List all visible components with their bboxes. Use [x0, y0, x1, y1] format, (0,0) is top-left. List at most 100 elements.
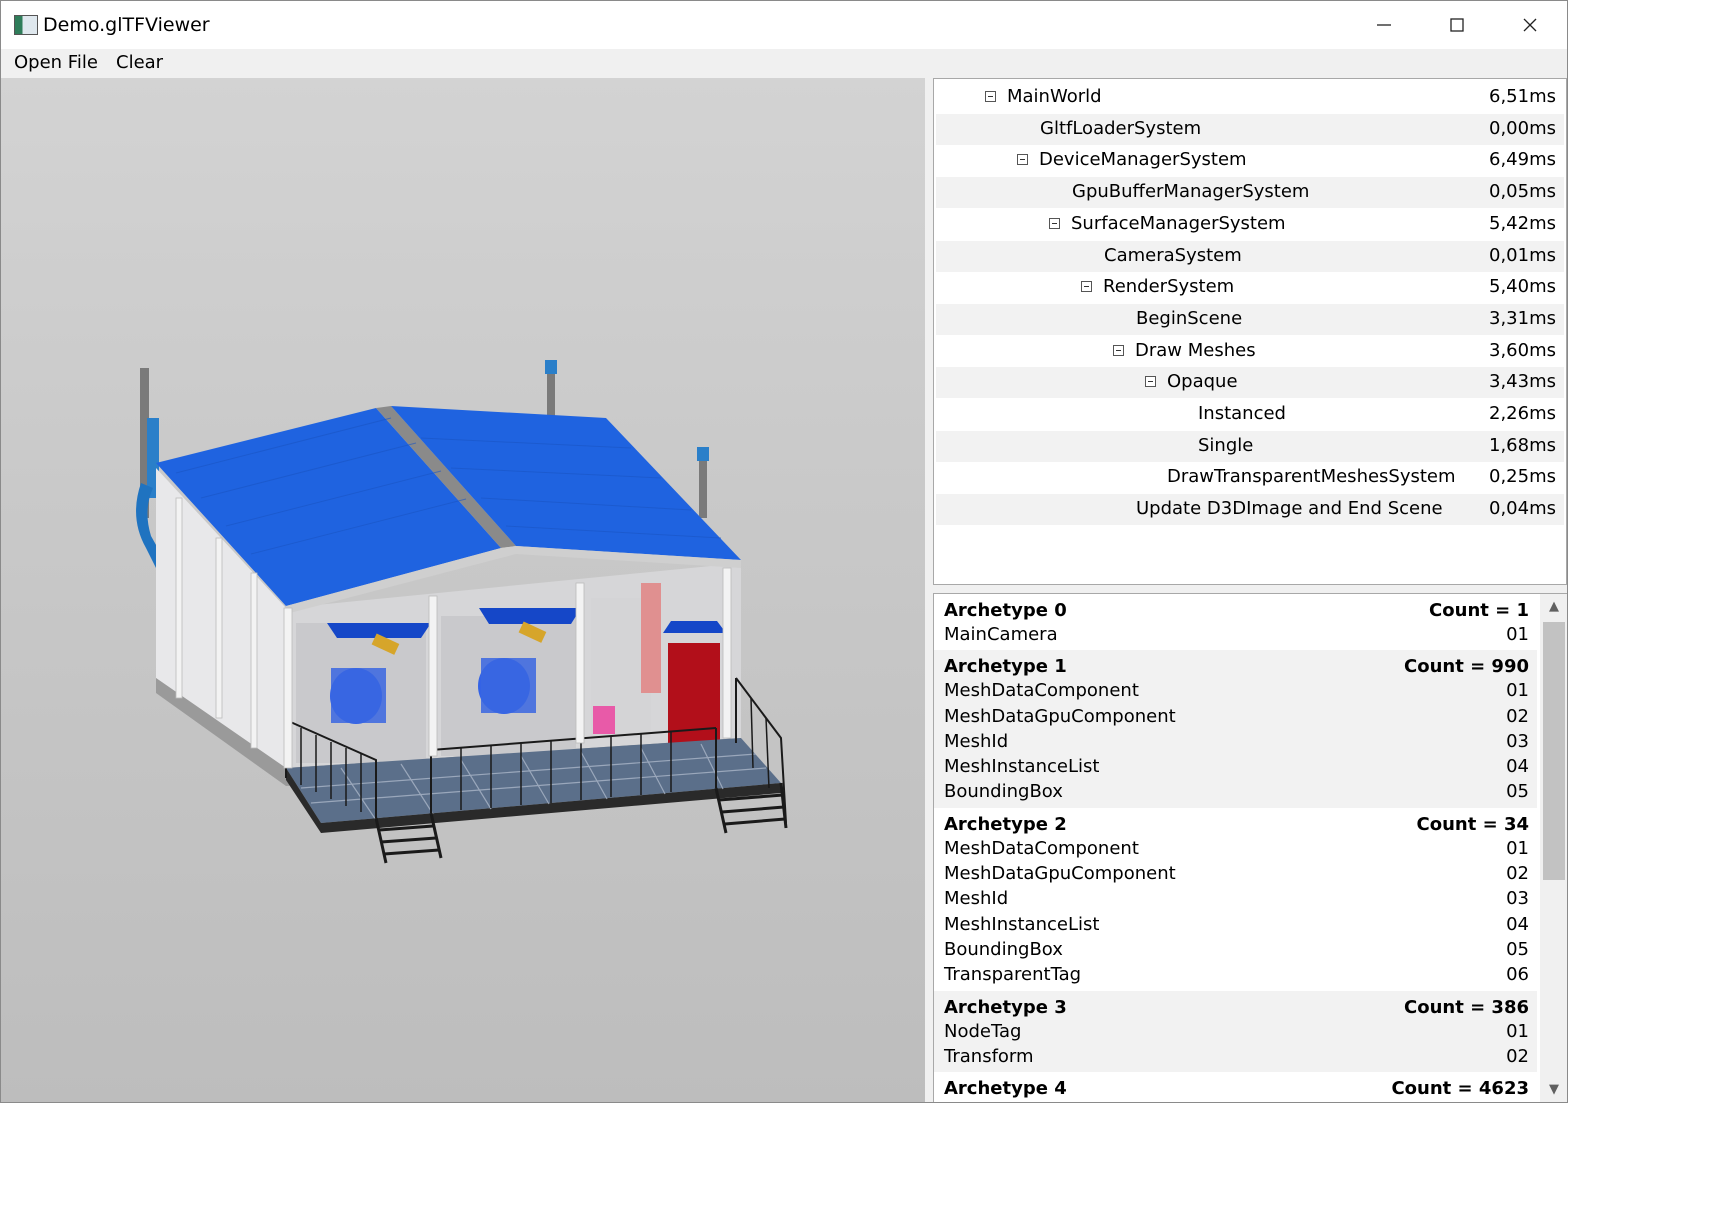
- tree-node-label: Single: [1198, 434, 1254, 456]
- tree-node-time: 3,43ms: [1489, 371, 1556, 393]
- tree-node-time: 0,04ms: [1489, 498, 1556, 520]
- component-id: 01: [1506, 1020, 1529, 1042]
- archetype-header: Archetype 1 Count = 990: [934, 654, 1537, 679]
- tree-row[interactable]: DrawTransparentMeshesSystem 0,25ms: [936, 462, 1564, 493]
- component-name: Transform: [944, 1045, 1034, 1067]
- component-name: MeshDataGpuComponent: [944, 863, 1176, 885]
- tree-node-label: GltfLoaderSystem: [1040, 117, 1202, 139]
- menu-bar: Open File Clear: [1, 49, 1567, 78]
- component-row: BoundingBox 05: [934, 780, 1537, 805]
- component-id: 04: [1506, 913, 1529, 935]
- collapse-icon[interactable]: [1017, 154, 1028, 166]
- component-id: 02: [1506, 1045, 1529, 1067]
- collapse-icon[interactable]: [1113, 344, 1124, 356]
- tree-row[interactable]: GpuBufferManagerSystem 0,05ms: [936, 177, 1564, 209]
- tree-node-time: 3,31ms: [1489, 307, 1556, 329]
- archetype-count: Count = 34: [1416, 813, 1529, 835]
- collapse-icon[interactable]: [985, 91, 996, 102]
- building-model-render: [136, 360, 788, 864]
- component-row: MainCamera 01: [934, 623, 1537, 648]
- archetype-header: Archetype 3 Count = 386: [934, 995, 1537, 1020]
- menu-clear[interactable]: Clear: [114, 52, 165, 73]
- tree-node-time: 5,42ms: [1489, 212, 1556, 234]
- scroll-thumb[interactable]: [1543, 622, 1565, 880]
- archetype-name: Archetype 3: [944, 996, 1067, 1018]
- tree-row[interactable]: MainWorld 6,51ms: [936, 82, 1564, 113]
- scroll-down-icon[interactable]: ▼: [1540, 1077, 1567, 1102]
- tree-node-time: 2,26ms: [1489, 403, 1556, 424]
- close-button[interactable]: [1494, 1, 1566, 49]
- component-id: 02: [1506, 705, 1529, 727]
- tree-node-label: BeginScene: [1136, 307, 1243, 329]
- tree-row[interactable]: Opaque 3,43ms: [936, 367, 1564, 399]
- tree-node-time: 3,60ms: [1489, 339, 1556, 361]
- vertical-splitter[interactable]: [925, 78, 933, 1102]
- component-name: MeshId: [944, 730, 1009, 752]
- archetype-group[interactable]: Archetype 1 Count = 990 MeshDataComponent 0…: [934, 650, 1537, 808]
- component-row: MeshInstanceList 04: [934, 913, 1537, 938]
- component-row: MeshDataComponent 01: [934, 837, 1537, 862]
- maximize-icon: [1450, 18, 1464, 32]
- archetype-name: Archetype 0: [944, 600, 1067, 621]
- 3d-viewport[interactable]: [1, 78, 925, 1102]
- component-name: MeshDataComponent: [944, 837, 1139, 859]
- archetype-name: Archetype 1: [944, 656, 1067, 678]
- tree-row[interactable]: Single 1,68ms: [936, 430, 1564, 462]
- tree-row[interactable]: RenderSystem 5,40ms: [936, 272, 1564, 303]
- tree-node-time: 6,51ms: [1489, 86, 1556, 107]
- component-row: BoundingBox 05: [934, 938, 1537, 963]
- component-name: MeshId: [944, 888, 1009, 910]
- close-icon: [1523, 18, 1537, 32]
- tree-node-time: 0,25ms: [1489, 466, 1556, 488]
- tree-node-time: 6,49ms: [1489, 149, 1556, 171]
- tree-row[interactable]: DeviceManagerSystem 6,49ms: [936, 145, 1564, 176]
- minimize-icon: [1377, 24, 1391, 26]
- tree-row[interactable]: Draw Meshes 3,60ms: [936, 336, 1564, 367]
- component-row: Transform 02: [934, 1045, 1537, 1070]
- menu-open-file[interactable]: Open File: [12, 52, 100, 73]
- tree-node-label: Instanced: [1198, 403, 1286, 424]
- archetype-count: Count = 1: [1429, 600, 1529, 621]
- tree-node-label: CameraSystem: [1104, 244, 1242, 266]
- horizontal-splitter[interactable]: [933, 585, 1567, 593]
- archetype-list: Archetype 0 Count = 1 MainCamera 01 Archetyp…: [934, 594, 1537, 1102]
- component-name: NodeTag: [944, 1020, 1022, 1042]
- tree-node-label: RenderSystem: [1103, 276, 1235, 298]
- tree-row[interactable]: SurfaceManagerSystem 5,42ms: [936, 209, 1564, 240]
- component-row: MeshDataComponent 01: [934, 679, 1537, 704]
- minimize-button[interactable]: [1348, 1, 1420, 49]
- component-name: MeshInstanceList: [944, 913, 1100, 935]
- component-id: 02: [1506, 863, 1529, 885]
- collapse-icon[interactable]: [1081, 281, 1092, 293]
- tree-row[interactable]: GltfLoaderSystem 0,00ms: [936, 113, 1564, 145]
- component-name: MeshDataComponent: [944, 680, 1139, 702]
- maximize-button[interactable]: [1421, 1, 1493, 49]
- component-row: TransparentTag 06: [934, 963, 1537, 988]
- archetype-name: Archetype 4: [944, 1078, 1067, 1100]
- system-timing-tree[interactable]: MainWorld 6,51ms GltfLoaderSystem 0,00ms Dev…: [933, 78, 1567, 585]
- archetype-scrollbar[interactable]: ▲ ▼: [1540, 594, 1567, 1102]
- archetype-group[interactable]: Archetype 4 Count = 4623: [934, 1072, 1537, 1102]
- component-id: 01: [1506, 837, 1529, 859]
- tree-node-time: 0,05ms: [1489, 181, 1556, 203]
- archetype-header: Archetype 2 Count = 34: [934, 812, 1537, 837]
- archetype-list-panel[interactable]: Archetype 0 Count = 1 MainCamera 01 Archetyp…: [933, 593, 1567, 1102]
- tree-row[interactable]: Update D3DImage and End Scene 0,04ms: [936, 494, 1564, 526]
- scroll-up-icon[interactable]: ▲: [1540, 594, 1567, 620]
- component-name: MeshDataGpuComponent: [944, 705, 1176, 727]
- tree-row[interactable]: Instanced 2,26ms: [936, 399, 1564, 430]
- component-id: 03: [1506, 888, 1529, 910]
- component-row: MeshId 03: [934, 887, 1537, 912]
- tree-node-label: DrawTransparentMeshesSystem: [1167, 466, 1456, 488]
- archetype-group[interactable]: Archetype 2 Count = 34 MeshDataComponent 01…: [934, 808, 1537, 991]
- tree-row[interactable]: BeginScene 3,31ms: [936, 303, 1564, 335]
- component-name: BoundingBox: [944, 781, 1063, 803]
- collapse-icon[interactable]: [1145, 376, 1156, 388]
- tree-row[interactable]: CameraSystem 0,01ms: [936, 240, 1564, 272]
- archetype-group[interactable]: Archetype 3 Count = 386 NodeTag 01 Transform…: [934, 990, 1537, 1073]
- archetype-header: Archetype 0 Count = 1: [934, 598, 1537, 623]
- collapse-icon[interactable]: [1049, 217, 1060, 229]
- title-bar[interactable]: Demo.glTFViewer: [1, 1, 1567, 49]
- component-id: 05: [1506, 781, 1529, 803]
- archetype-group[interactable]: Archetype 0 Count = 1 MainCamera 01: [934, 594, 1537, 650]
